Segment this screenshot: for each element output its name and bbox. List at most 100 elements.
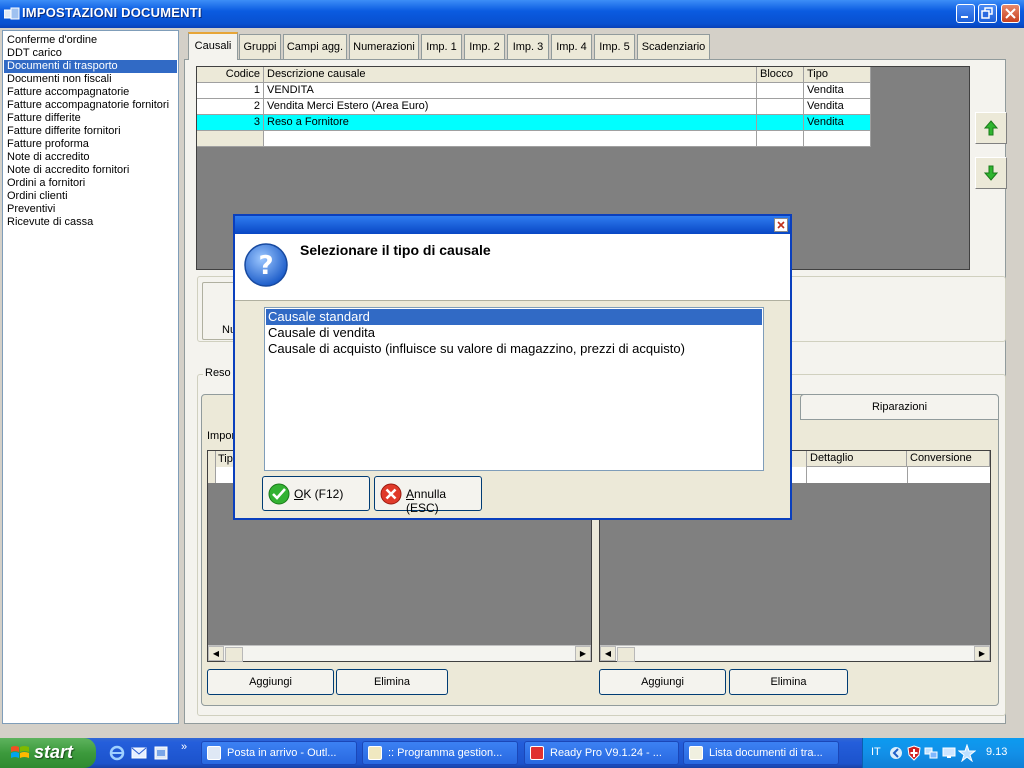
close-icon [777, 221, 785, 229]
explorer-icon[interactable] [153, 745, 169, 761]
tab-imp-5[interactable]: Imp. 5 [594, 34, 635, 59]
doc-list-item[interactable]: Fatture differite [4, 112, 177, 125]
grid-cell-tipo[interactable]: Vendita [804, 99, 871, 115]
tab-numerazioni[interactable]: Numerazioni [349, 34, 419, 59]
causale-type-option[interactable]: Causale di acquisto (influisce su valore… [266, 341, 762, 357]
doc-list-item[interactable]: Note di accredito fornitori [4, 164, 177, 177]
right-horizontal-scrollbar[interactable]: ◀ ▶ [600, 645, 990, 662]
app-icon [530, 746, 544, 760]
grid-new-row-cell[interactable] [757, 131, 804, 147]
scroll-thumb[interactable] [617, 647, 635, 662]
right-delete-button[interactable]: Elimina [729, 669, 848, 695]
doc-list-item[interactable]: Ordini clienti [4, 190, 177, 203]
taskbar-item-programma[interactable]: :: Programma gestion... [362, 741, 518, 765]
minimize-button[interactable] [956, 4, 975, 23]
header-descrizione[interactable]: Descrizione causale [264, 67, 757, 83]
taskbar-item-outlook[interactable]: Posta in arrivo - Outl... [201, 741, 357, 765]
document-type-list[interactable]: Conferme d'ordine DDT carico Documenti di … [2, 30, 179, 724]
grid-cell-codice[interactable]: 1 [197, 83, 264, 99]
tab-imp-3[interactable]: Imp. 3 [507, 34, 549, 59]
doc-list-item[interactable]: Preventivi [4, 203, 177, 216]
left-horizontal-scrollbar[interactable]: ◀ ▶ [208, 645, 591, 662]
tray-expand-icon[interactable] [889, 745, 903, 761]
header-dettaglio[interactable]: Dettaglio [806, 451, 907, 467]
cancel-icon [380, 483, 402, 505]
grid-new-row-cell[interactable] [804, 131, 871, 147]
grid-cell-descrizione[interactable]: VENDITA [264, 83, 757, 99]
grid-cell-codice[interactable]: 3 [197, 115, 264, 131]
language-indicator[interactable]: IT [871, 746, 881, 758]
scroll-right-icon[interactable]: ▶ [575, 646, 591, 661]
doc-list-item[interactable]: DDT carico [4, 47, 177, 60]
arrow-up-icon [984, 120, 998, 136]
grid-cell-blocco[interactable] [757, 99, 804, 115]
header-codice[interactable]: Codice [197, 67, 264, 83]
scroll-thumb[interactable] [225, 647, 243, 662]
grid-cell-descrizione[interactable]: Reso a Fornitore [264, 115, 757, 131]
dialog-titlebar[interactable] [235, 216, 790, 234]
header-conversione[interactable]: Conversione [907, 451, 990, 467]
tab-causali[interactable]: Causali [188, 32, 238, 60]
internet-explorer-icon[interactable] [109, 745, 125, 761]
doc-list-item[interactable]: Fatture proforma [4, 138, 177, 151]
doc-list-item[interactable]: Ricevute di cassa [4, 216, 177, 229]
window-titlebar[interactable]: IMPOSTAZIONI DOCUMENTI [0, 0, 1024, 28]
grid-cell-blocco[interactable] [757, 83, 804, 99]
causale-type-option[interactable]: Causale standard [266, 309, 762, 325]
causale-type-list[interactable]: Causale standard Causale di vendita Causal… [264, 307, 764, 471]
move-up-button[interactable] [975, 112, 1007, 144]
taskbar-item-lista-documenti[interactable]: Lista documenti di tra... [683, 741, 839, 765]
grid-cell-blocco[interactable] [757, 115, 804, 131]
doc-list-item[interactable]: Documenti di trasporto [4, 60, 177, 73]
tab-imp-2[interactable]: Imp. 2 [464, 34, 505, 59]
grid-cell-tipo[interactable]: Vendita [804, 83, 871, 99]
close-icon [1005, 8, 1016, 19]
doc-list-item[interactable]: Note di accredito [4, 151, 177, 164]
grid-new-row-cell[interactable] [264, 131, 757, 147]
display-icon[interactable] [942, 746, 956, 760]
header-blocco[interactable]: Blocco [757, 67, 804, 83]
scroll-left-icon[interactable]: ◀ [208, 646, 224, 661]
grid-cell-codice[interactable]: 2 [197, 99, 264, 115]
star-icon[interactable] [958, 744, 976, 762]
clock[interactable]: 9.13 [986, 746, 1007, 758]
restore-button[interactable] [978, 4, 997, 23]
doc-list-item[interactable]: Ordini a fornitori [4, 177, 177, 190]
cancel-label: Annulla (ESC) [406, 487, 447, 515]
tab-imp-4[interactable]: Imp. 4 [551, 34, 592, 59]
doc-list-item[interactable]: Documenti non fiscali [4, 73, 177, 86]
reso-group-label: Reso [203, 367, 233, 379]
doc-list-item[interactable]: Fatture differite fornitori [4, 125, 177, 138]
causale-type-dialog: ? Selezionare il tipo di causale Causale… [233, 214, 792, 520]
tab-scadenziario[interactable]: Scadenziario [637, 34, 710, 59]
cancel-button[interactable]: Annulla (ESC) [374, 476, 482, 515]
header-tipo[interactable]: Tipo [804, 67, 871, 83]
quicklaunch-more-icon[interactable]: » [181, 741, 187, 753]
network-icon[interactable] [924, 746, 938, 760]
grid-new-row-cell[interactable] [197, 131, 264, 147]
grid-cell-descrizione[interactable]: Vendita Merci Estero (Area Euro) [264, 99, 757, 115]
move-down-button[interactable] [975, 157, 1007, 189]
right-add-button[interactable]: Aggiungi [599, 669, 726, 695]
causale-type-option[interactable]: Causale di vendita [266, 325, 762, 341]
doc-list-item[interactable]: Fatture accompagnatorie [4, 86, 177, 99]
scroll-left-icon[interactable]: ◀ [600, 646, 616, 661]
tab-imp-1[interactable]: Imp. 1 [421, 34, 462, 59]
app-icon [689, 746, 703, 760]
doc-list-item[interactable]: Conferme d'ordine [4, 34, 177, 47]
grid-cell-tipo[interactable]: Vendita [804, 115, 871, 131]
ok-button[interactable]: OK (F12) [262, 476, 370, 511]
tab-gruppi[interactable]: Gruppi [239, 34, 281, 59]
antivirus-shield-icon[interactable] [907, 745, 921, 761]
close-button[interactable] [1001, 4, 1020, 23]
left-delete-button[interactable]: Elimina [336, 669, 448, 695]
outlook-icon[interactable] [131, 745, 147, 761]
doc-list-item[interactable]: Fatture accompagnatorie fornitori [4, 99, 177, 112]
start-button[interactable]: start [0, 738, 96, 768]
taskbar-item-readypro[interactable]: Ready Pro V9.1.24 - ... [524, 741, 679, 765]
tab-campi-agg[interactable]: Campi agg. [283, 34, 347, 59]
dialog-close-button[interactable] [774, 218, 788, 232]
tab-riparazioni[interactable]: Riparazioni [800, 394, 999, 420]
scroll-right-icon[interactable]: ▶ [974, 646, 990, 661]
left-add-button[interactable]: Aggiungi [207, 669, 334, 695]
